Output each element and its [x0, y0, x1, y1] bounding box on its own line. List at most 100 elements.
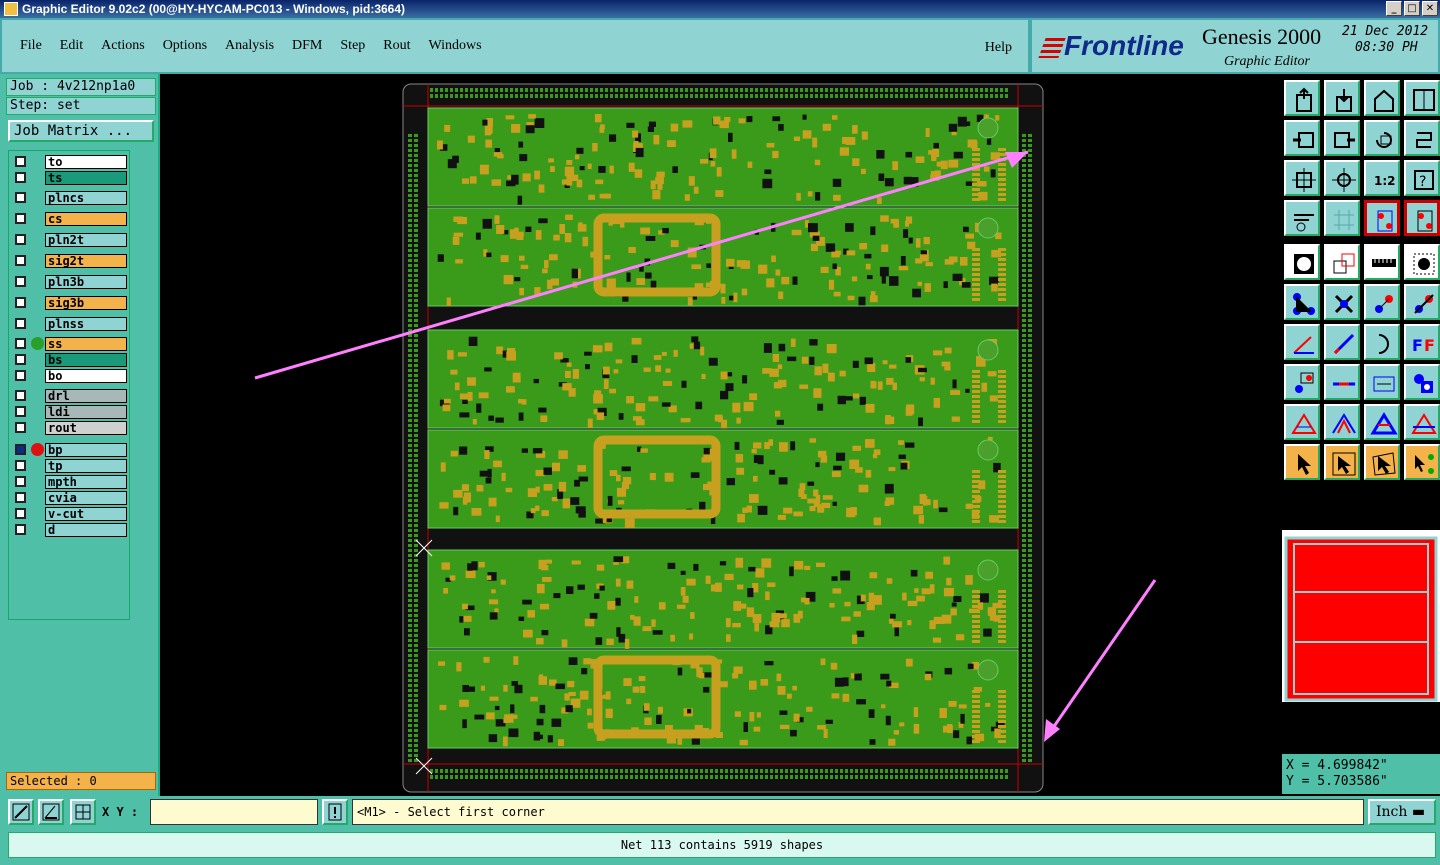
layer-red-a-button[interactable] [1364, 200, 1400, 236]
overview-preview[interactable] [1282, 530, 1440, 702]
measure-tool-button[interactable] [38, 799, 64, 825]
layer-row-ts[interactable]: ts [11, 171, 127, 185]
layer-row-pln3b[interactable]: pln3b [11, 275, 127, 289]
layer-checkbox[interactable] [15, 213, 26, 224]
layer-row-ss[interactable]: ss [11, 337, 127, 351]
layer-name[interactable]: v-cut [45, 507, 127, 521]
pointer-net-button[interactable] [1404, 444, 1440, 480]
net-connect-button[interactable] [1284, 284, 1320, 320]
layer-row-bp[interactable]: bp [11, 443, 127, 457]
surface-b-button[interactable] [1324, 404, 1360, 440]
layer-checkbox[interactable] [15, 172, 26, 183]
surface-d-button[interactable] [1404, 404, 1440, 440]
menu-file[interactable]: File [20, 38, 42, 54]
layer-name[interactable]: ldi [45, 405, 127, 419]
layer-checkbox[interactable] [15, 390, 26, 401]
home-button[interactable] [1364, 80, 1400, 116]
layer-row-plnss[interactable]: plnss [11, 317, 127, 331]
polygon-button[interactable] [1404, 364, 1440, 400]
close-button[interactable]: ✕ [1422, 1, 1438, 16]
help-query-button[interactable]: ? [1404, 160, 1440, 196]
scale-button[interactable]: 1:2 [1364, 160, 1400, 196]
layer-checkbox[interactable] [15, 354, 26, 365]
layer-row-ldi[interactable]: ldi [11, 405, 127, 419]
layer-name[interactable]: pln2t [45, 233, 127, 247]
layer-name[interactable]: tp [45, 459, 127, 473]
layer-checkbox[interactable] [15, 492, 26, 503]
layer-name[interactable]: rout [45, 421, 127, 435]
layer-row-sig3b[interactable]: sig3b [11, 296, 127, 310]
layer-red-b-button[interactable] [1404, 200, 1440, 236]
layer-name[interactable]: to [45, 155, 127, 169]
angle-button[interactable] [1284, 324, 1320, 360]
feature-dot-button[interactable] [1404, 244, 1440, 280]
layer-name[interactable]: bs [45, 353, 127, 367]
layer-row-d[interactable]: d [11, 523, 127, 537]
layer-name[interactable]: sig2t [45, 254, 127, 268]
menu-analysis[interactable]: Analysis [225, 38, 274, 54]
info-button[interactable] [322, 799, 348, 825]
menu-windows[interactable]: Windows [429, 38, 482, 54]
tools-button[interactable] [1284, 200, 1320, 236]
layer-name[interactable]: cs [45, 212, 127, 226]
line-move-button[interactable] [1324, 364, 1360, 400]
layer-name[interactable]: plncs [45, 191, 127, 205]
menu-rout[interactable]: Rout [383, 38, 410, 54]
layer-checkbox[interactable] [15, 444, 26, 455]
layer-checkbox[interactable] [15, 276, 26, 287]
layer-checkbox[interactable] [15, 524, 26, 535]
layer-checkbox[interactable] [15, 156, 26, 167]
ruler-button[interactable] [1364, 244, 1400, 280]
layer-row-plncs[interactable]: plncs [11, 191, 127, 205]
pointer-box-button[interactable] [1324, 444, 1360, 480]
menu-actions[interactable]: Actions [101, 38, 145, 54]
pointer-button[interactable] [1284, 444, 1320, 480]
minimize-button[interactable]: _ [1386, 1, 1402, 16]
layer-row-bo[interactable]: bo [11, 369, 127, 383]
pad-move-button[interactable] [1284, 364, 1320, 400]
cross-button[interactable] [1324, 284, 1360, 320]
menu-edit[interactable]: Edit [60, 38, 83, 54]
layer-row-to[interactable]: to [11, 155, 127, 169]
layer-checkbox[interactable] [15, 234, 26, 245]
layer-name[interactable]: pln3b [45, 275, 127, 289]
layer-name[interactable]: mpth [45, 475, 127, 489]
window-split-button[interactable] [1404, 80, 1440, 116]
layer-row-drl[interactable]: drl [11, 389, 127, 403]
layer-name[interactable]: ts [45, 171, 127, 185]
arc-button[interactable] [1364, 324, 1400, 360]
pcb-drawing[interactable] [160, 74, 1280, 796]
layer-row-cvia[interactable]: cvia [11, 491, 127, 505]
layer-checkbox[interactable] [15, 476, 26, 487]
layer-checkbox[interactable] [15, 460, 26, 471]
layer-name[interactable]: d [45, 523, 127, 537]
job-matrix-button[interactable]: Job Matrix ... [8, 120, 154, 142]
zoom-in-button[interactable] [1324, 120, 1360, 156]
layer-name[interactable]: drl [45, 389, 127, 403]
grid-button[interactable] [1324, 200, 1360, 236]
snap-tool-button[interactable] [8, 799, 34, 825]
snap-button[interactable] [1404, 120, 1440, 156]
zoom-center-button[interactable] [1324, 160, 1360, 196]
layer-row-pln2t[interactable]: pln2t [11, 233, 127, 247]
grid-tool-button[interactable] [70, 799, 96, 825]
layer-name[interactable]: ss [45, 337, 127, 351]
units-dropdown[interactable]: Inch ▬ [1368, 799, 1436, 825]
menu-dfm[interactable]: DFM [292, 38, 322, 54]
layer-row-rout[interactable]: rout [11, 421, 127, 435]
layer-row-tp[interactable]: tp [11, 459, 127, 473]
layer-row-sig2t[interactable]: sig2t [11, 254, 127, 268]
xy-input[interactable] [150, 799, 318, 825]
line-button[interactable] [1324, 324, 1360, 360]
menu-options[interactable]: Options [163, 38, 207, 54]
layer-checkbox[interactable] [15, 338, 26, 349]
layer-checkbox[interactable] [15, 192, 26, 203]
add-pad-button[interactable] [1364, 284, 1400, 320]
zoom-out-button[interactable] [1284, 120, 1320, 156]
fit-screen-button[interactable] [1284, 160, 1320, 196]
pad-select-button[interactable] [1284, 244, 1320, 280]
layer-name[interactable]: bo [45, 369, 127, 383]
layer-row-v-cut[interactable]: v-cut [11, 507, 127, 521]
layer-checkbox[interactable] [15, 318, 26, 329]
layer-name[interactable]: cvia [45, 491, 127, 505]
